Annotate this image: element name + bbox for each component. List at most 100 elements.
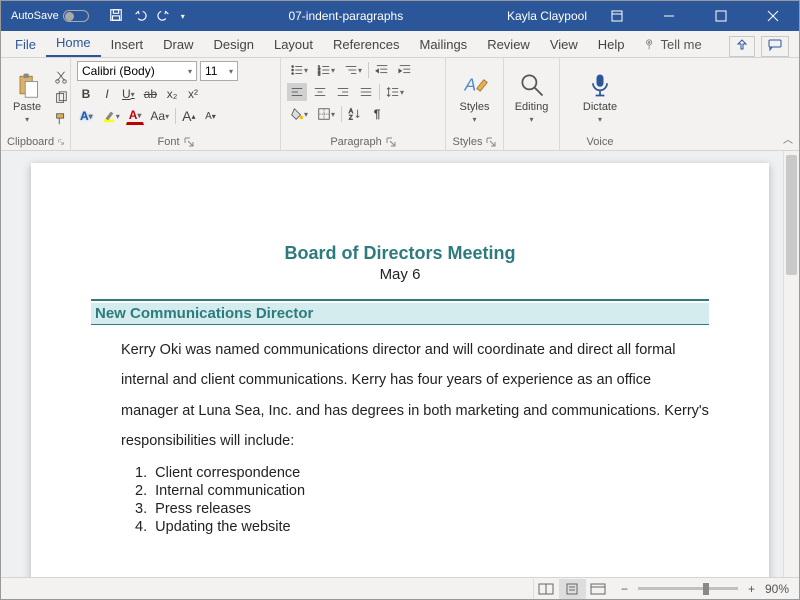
borders-button[interactable]: ▾: [314, 105, 338, 123]
tell-me-search[interactable]: Tell me: [635, 32, 710, 57]
font-label: Font: [157, 136, 179, 148]
scrollbar-thumb[interactable]: [786, 155, 797, 275]
paste-button[interactable]: Paste ▾: [7, 69, 47, 126]
slider-thumb[interactable]: [703, 583, 709, 595]
paste-label: Paste: [13, 101, 41, 113]
tab-home[interactable]: Home: [46, 30, 101, 57]
dictate-label: Dictate: [583, 101, 617, 113]
cut-icon[interactable]: [51, 68, 71, 86]
bullets-button[interactable]: ▾: [287, 61, 311, 79]
section-heading: New Communications Director: [91, 303, 709, 325]
tab-help[interactable]: Help: [588, 32, 635, 57]
group-paragraph: ▾ 123▾ ▾ ▾ ▾ ▾ AZ ¶: [281, 58, 446, 150]
svg-text:Z: Z: [349, 114, 353, 121]
shrink-font-button[interactable]: A▾: [201, 107, 219, 125]
styles-group-label: Styles: [453, 136, 483, 148]
read-mode-icon[interactable]: [533, 579, 559, 599]
autosave-label: AutoSave: [11, 10, 59, 22]
bold-button[interactable]: B: [77, 85, 95, 103]
horizontal-rule: [91, 299, 709, 301]
collapse-ribbon-icon[interactable]: ︿: [783, 131, 793, 146]
align-left-button[interactable]: [287, 83, 307, 101]
close-icon[interactable]: [751, 1, 795, 31]
tab-design[interactable]: Design: [204, 32, 264, 57]
dictate-button[interactable]: Dictate ▾: [577, 69, 623, 126]
shading-button[interactable]: ▾: [287, 105, 311, 123]
tab-references[interactable]: References: [323, 32, 409, 57]
body-paragraph: Kerry Oki was named communications direc…: [121, 335, 709, 457]
show-hide-button[interactable]: ¶: [368, 105, 386, 123]
dialog-launcher-icon[interactable]: [184, 137, 194, 147]
multilevel-list-button[interactable]: ▾: [341, 61, 365, 79]
list-item: 1. Client correspondence: [135, 465, 709, 481]
zoom-level[interactable]: 90%: [765, 582, 789, 596]
tab-review[interactable]: Review: [477, 32, 540, 57]
tab-view[interactable]: View: [540, 32, 588, 57]
grow-font-button[interactable]: A▴: [179, 107, 198, 125]
highlight-button[interactable]: ▾: [99, 107, 123, 125]
change-case-button[interactable]: Aa▾: [147, 107, 172, 125]
zoom-slider[interactable]: [638, 587, 738, 590]
styles-button[interactable]: A Styles ▾: [454, 69, 496, 126]
tab-insert[interactable]: Insert: [101, 32, 154, 57]
document-page[interactable]: Board of Directors Meeting May 6 New Com…: [31, 163, 769, 577]
chevron-down-icon: ▾: [530, 115, 534, 124]
editing-group-label: [510, 134, 553, 148]
chevron-down-icon: ▾: [472, 115, 476, 124]
paragraph-label: Paragraph: [330, 136, 381, 148]
editing-label: Editing: [515, 101, 549, 113]
line-spacing-button[interactable]: ▾: [383, 83, 407, 101]
web-layout-icon[interactable]: [585, 579, 611, 599]
font-color-button[interactable]: A▾: [126, 107, 145, 125]
text-effects-button[interactable]: A▾: [77, 107, 96, 125]
minimize-icon[interactable]: [647, 1, 691, 31]
dialog-launcher-icon[interactable]: [58, 137, 64, 147]
group-styles: A Styles ▾ Styles: [446, 58, 504, 150]
subscript-button[interactable]: x₂: [163, 85, 181, 103]
justify-button[interactable]: [356, 83, 376, 101]
dialog-launcher-icon[interactable]: [486, 137, 496, 147]
tab-mailings[interactable]: Mailings: [410, 32, 478, 57]
italic-button[interactable]: I: [98, 85, 116, 103]
undo-icon[interactable]: [133, 8, 147, 25]
increase-indent-button[interactable]: [395, 61, 415, 79]
user-name: Kayla Claypool: [507, 9, 587, 23]
font-size-combo[interactable]: 11▾: [200, 61, 238, 81]
doc-subtitle: May 6: [91, 266, 709, 283]
list-item: 2. Internal communication: [135, 483, 709, 499]
tab-file[interactable]: File: [5, 32, 46, 57]
zoom-out-button[interactable]: −: [621, 582, 628, 596]
tab-draw[interactable]: Draw: [153, 32, 203, 57]
svg-text:A: A: [463, 74, 476, 94]
group-voice: Dictate ▾ Voice: [560, 58, 640, 150]
maximize-icon[interactable]: [699, 1, 743, 31]
status-bar: − + 90%: [1, 577, 799, 599]
tab-layout[interactable]: Layout: [264, 32, 323, 57]
format-painter-icon[interactable]: [51, 110, 71, 128]
superscript-button[interactable]: x²: [184, 85, 202, 103]
decrease-indent-button[interactable]: [372, 61, 392, 79]
font-name-combo[interactable]: Calibri (Body)▾: [77, 61, 197, 81]
print-layout-icon[interactable]: [559, 579, 585, 599]
ribbon-options-icon[interactable]: [595, 1, 639, 31]
underline-button[interactable]: U▾: [119, 85, 138, 103]
sort-button[interactable]: AZ: [345, 105, 365, 123]
save-icon[interactable]: [109, 8, 123, 25]
align-right-button[interactable]: [333, 83, 353, 101]
clipboard-label: Clipboard: [7, 136, 54, 148]
strikethrough-button[interactable]: ab: [141, 85, 160, 103]
editing-button[interactable]: Editing ▾: [509, 69, 555, 126]
paragraph-dialog-launcher-icon[interactable]: [386, 137, 396, 147]
comments-button[interactable]: [761, 36, 789, 57]
font-size-value: 11: [205, 64, 217, 78]
chevron-down-icon: ▾: [25, 115, 29, 124]
copy-icon[interactable]: [51, 89, 71, 107]
styles-label: Styles: [460, 101, 490, 113]
numbering-button[interactable]: 123▾: [314, 61, 338, 79]
redo-icon[interactable]: [157, 8, 171, 25]
vertical-scrollbar[interactable]: [783, 151, 799, 577]
share-button[interactable]: [729, 36, 755, 57]
zoom-in-button[interactable]: +: [748, 582, 755, 596]
align-center-button[interactable]: [310, 83, 330, 101]
autosave-toggle[interactable]: AutoSave: [11, 10, 89, 22]
